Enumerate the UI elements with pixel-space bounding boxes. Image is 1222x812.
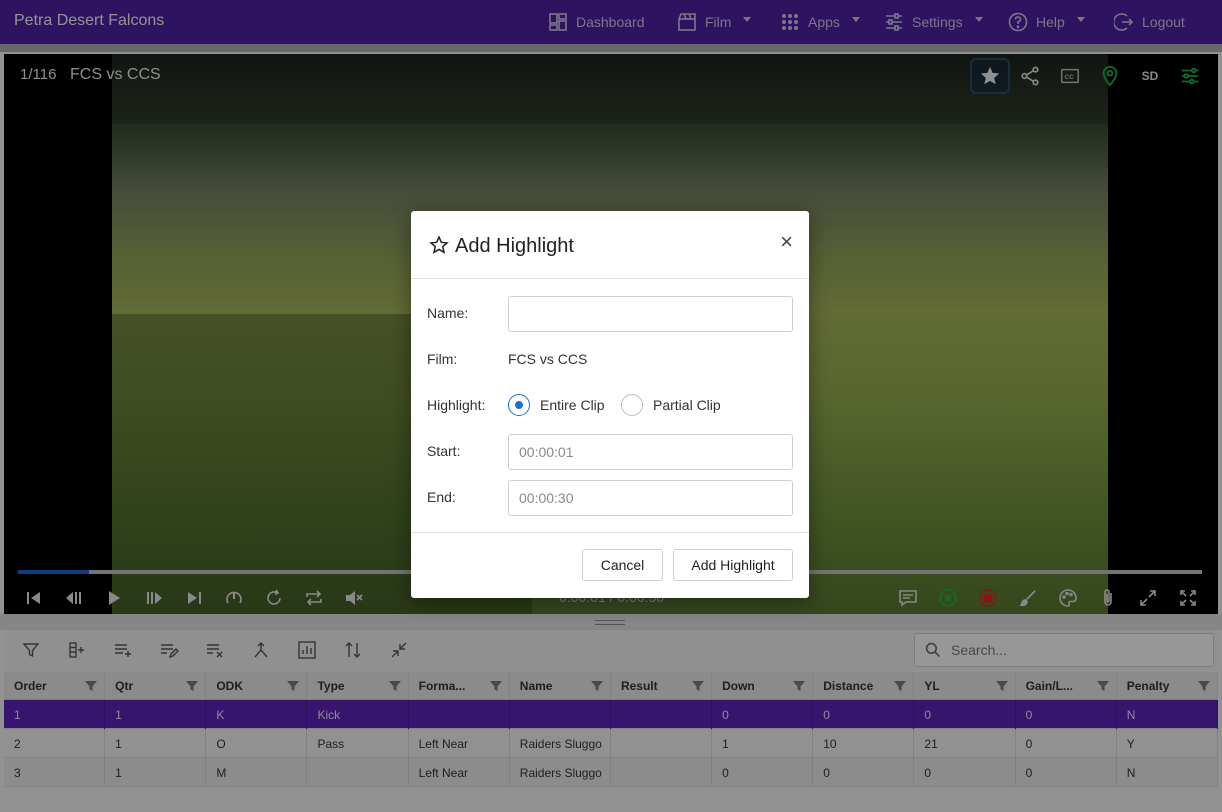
end-time-field[interactable] [508, 480, 793, 516]
film-label: Film: [427, 351, 458, 367]
close-icon[interactable]: × [780, 229, 793, 255]
film-value: FCS vs CCS [508, 351, 588, 367]
add-highlight-button[interactable]: Add Highlight [673, 549, 793, 581]
end-label: End: [427, 489, 456, 505]
highlight-label: Highlight: [427, 397, 486, 413]
partial-clip-label[interactable]: Partial Clip [653, 397, 721, 413]
dialog-header: Add Highlight × [411, 211, 809, 279]
star-outline-icon [429, 235, 449, 254]
name-label: Name: [427, 305, 469, 321]
start-label: Start: [427, 443, 461, 459]
cancel-button[interactable]: Cancel [582, 549, 663, 581]
name-field[interactable] [508, 296, 793, 332]
entire-clip-label[interactable]: Entire Clip [540, 397, 605, 413]
partial-clip-radio[interactable] [621, 394, 643, 416]
entire-clip-radio[interactable] [508, 394, 530, 416]
dialog-title: Add Highlight [455, 235, 574, 257]
start-time-field[interactable] [508, 434, 793, 470]
dialog-footer-divider [411, 532, 809, 533]
add-highlight-dialog: Add Highlight × Name: Film: FCS vs CCS H… [411, 211, 809, 598]
